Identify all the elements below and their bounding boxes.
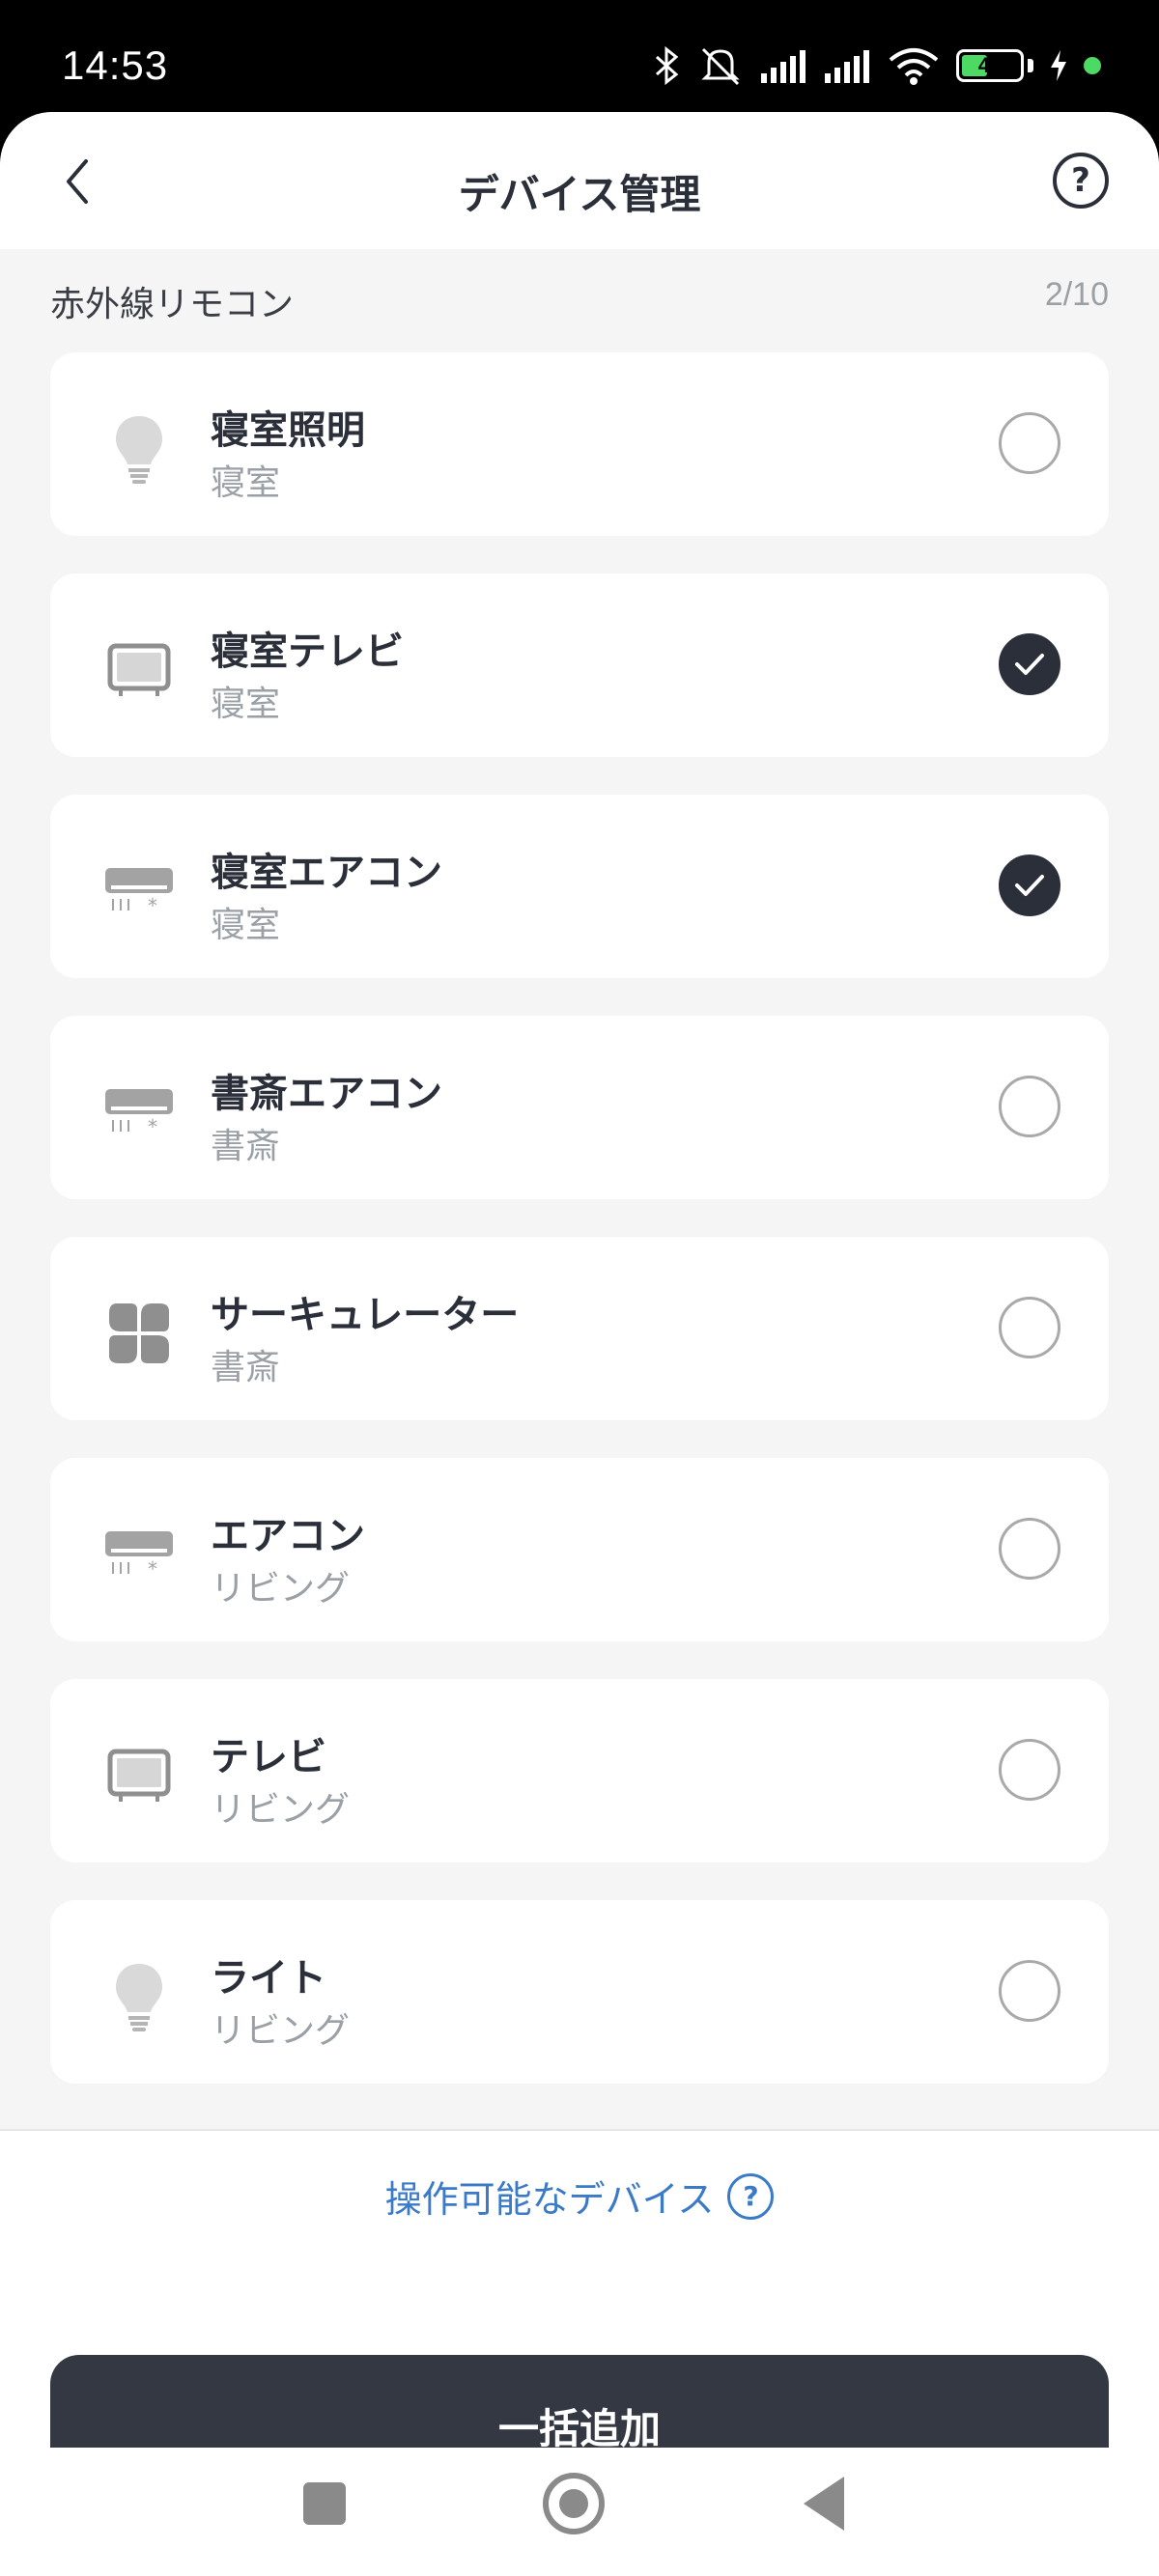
signal-icon-2 <box>825 50 869 83</box>
help-button[interactable]: ? <box>1053 153 1109 209</box>
device-room: 寝室 <box>211 463 281 503</box>
notification-dot <box>1084 57 1101 74</box>
device-list: 寝室照明 寝室 寝室テレビ 寝室 * 寝室エアコン 寝室 * 書斎エアコン 書斎 サーキュレーター書… <box>50 352 1109 2121</box>
device-card[interactable]: * 書斎エアコン書斎 <box>50 1016 1109 1199</box>
device-room: 寝室 <box>211 685 281 724</box>
device-select-radio[interactable] <box>999 1076 1060 1137</box>
app-screen: デバイス管理 ? 赤外線リモコン 2/10 寝室照明 寝室 寝室テレビ 寝室 * 寝室エア… <box>0 112 1159 2576</box>
device-room: リビング <box>211 1569 351 1609</box>
device-select-radio[interactable] <box>999 1297 1060 1358</box>
device-name: テレビ <box>211 1735 326 1779</box>
device-select-radio[interactable] <box>999 1739 1060 1801</box>
device-card[interactable]: 寝室照明 寝室 <box>50 352 1109 536</box>
battery-icon: 41 <box>956 49 1024 82</box>
device-select-radio[interactable] <box>999 412 1060 474</box>
status-icons: 41 <box>653 39 1101 93</box>
device-select-radio[interactable] <box>999 1960 1060 2022</box>
tv-icon <box>100 631 178 709</box>
light-bulb-icon <box>100 410 178 488</box>
circulator-fan-icon <box>100 1295 178 1372</box>
device-card[interactable]: ライト リビング <box>50 1900 1109 2084</box>
device-name: 寝室エアコン <box>211 851 442 895</box>
page-title: デバイス管理 <box>458 171 701 218</box>
device-card[interactable]: サーキュレーター書斎 <box>50 1237 1109 1420</box>
device-room: 書斎 <box>211 1127 281 1166</box>
svg-text:*: * <box>148 1557 157 1581</box>
device-room: 書斎 <box>211 1348 281 1387</box>
device-card[interactable]: * エアコンリビング <box>50 1458 1109 1641</box>
air-conditioner-icon: * <box>100 1074 178 1151</box>
battery-level: 41 <box>977 53 1003 77</box>
device-select-radio[interactable] <box>999 854 1060 916</box>
status-bar: 14:53 41 <box>0 0 1159 116</box>
header: デバイス管理 ? <box>0 112 1159 249</box>
recent-apps-button[interactable] <box>303 2482 346 2525</box>
device-name: ライト <box>211 1956 326 2001</box>
device-card[interactable]: 寝室テレビ 寝室 <box>50 574 1109 757</box>
section-count: 2/10 <box>1044 276 1109 313</box>
svg-text:*: * <box>148 894 157 917</box>
system-back-button[interactable] <box>804 2477 844 2531</box>
svg-text:*: * <box>148 1115 157 1138</box>
battery-tip <box>1028 59 1033 72</box>
device-card[interactable]: テレビ リビング <box>50 1679 1109 1862</box>
air-conditioner-icon: * <box>100 1516 178 1593</box>
tv-icon <box>100 1737 178 1814</box>
device-select-radio[interactable] <box>999 1518 1060 1580</box>
checkmark-icon <box>1015 875 1044 896</box>
operable-devices-label: 操作可能なデバイス <box>384 2178 715 2221</box>
wifi-icon <box>889 48 939 85</box>
signal-icon <box>761 50 806 83</box>
section-label: 赤外線リモコン <box>50 285 295 324</box>
device-card[interactable]: * 寝室エアコン寝室 <box>50 795 1109 978</box>
air-conditioner-icon: * <box>100 853 178 930</box>
bluetooth-icon <box>655 45 679 86</box>
bell-muted-icon <box>701 47 740 86</box>
device-select-radio[interactable] <box>999 633 1060 695</box>
light-bulb-icon <box>100 1958 178 2035</box>
status-time: 14:53 <box>62 42 169 88</box>
device-name: 寝室テレビ <box>211 630 404 674</box>
device-name: サーキュレーター <box>211 1293 520 1337</box>
device-room: リビング <box>211 1790 351 1830</box>
device-room: 寝室 <box>211 906 281 945</box>
device-name: エアコン <box>211 1514 365 1558</box>
home-button[interactable] <box>543 2473 605 2534</box>
checkmark-icon <box>1015 654 1044 675</box>
operable-devices-link[interactable]: 操作可能なデバイス ? <box>0 2170 1159 2223</box>
question-icon[interactable]: ? <box>727 2172 775 2220</box>
device-room: リビング <box>211 2011 351 2051</box>
system-nav-bar <box>0 2448 1159 2576</box>
charging-icon <box>1051 50 1066 81</box>
device-name: 寝室照明 <box>211 408 365 453</box>
device-name: 書斎エアコン <box>211 1072 442 1116</box>
